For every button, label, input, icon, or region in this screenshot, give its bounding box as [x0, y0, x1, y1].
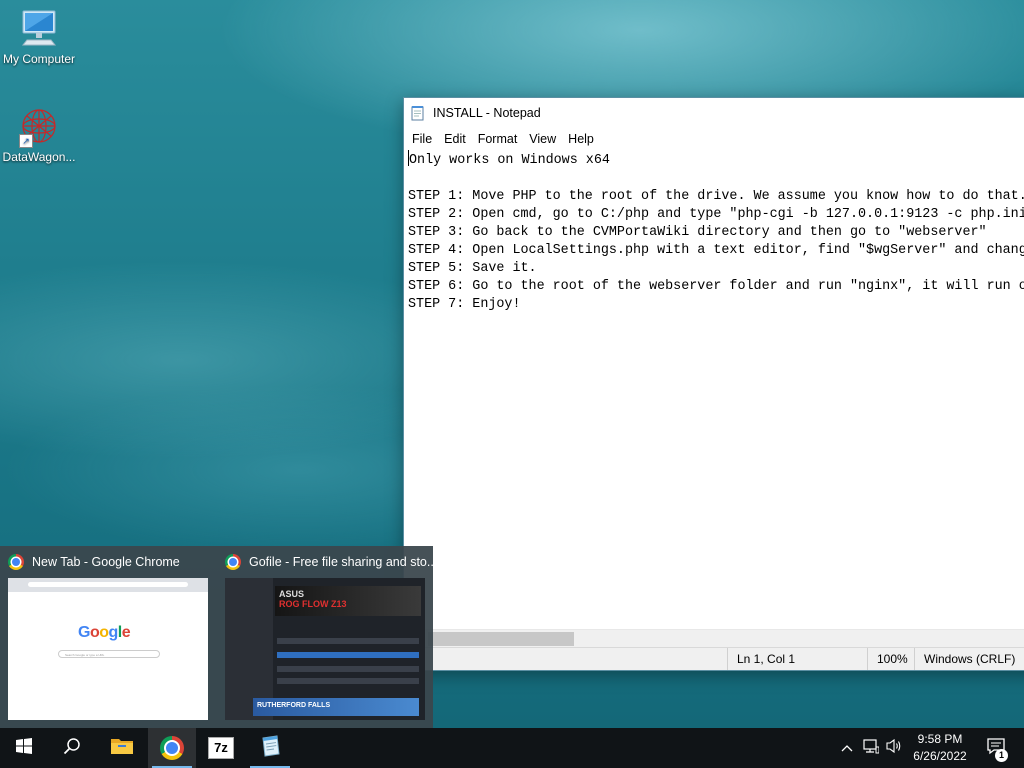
text-line-8: STEP 6: Go to the root of the webserver … — [408, 279, 1024, 294]
desktop-icon-label: DataWagon... — [2, 150, 76, 164]
ad-banner-bottom: RUTHERFORD FALLS — [253, 698, 419, 716]
7zip-taskbar-button[interactable]: 7z — [197, 728, 245, 768]
menu-file[interactable]: File — [406, 132, 438, 146]
window-title: INSTALL - Notepad — [433, 106, 541, 120]
zoom-level: 100% — [867, 648, 917, 670]
network-button[interactable] — [860, 728, 882, 768]
menu-format[interactable]: Format — [472, 132, 524, 146]
speaker-icon — [886, 738, 904, 759]
clock[interactable]: 9:58 PM 6/26/2022 — [905, 728, 975, 768]
chrome-icon — [225, 554, 241, 570]
scrollbar-thumb[interactable] — [428, 632, 574, 646]
thumbnail-preview-image: ASUS ROG FLOW Z13 RUTHERFORD FALLS — [225, 578, 425, 720]
notepad-icon — [410, 105, 426, 121]
shortcut-arrow-icon: ↗ — [19, 134, 33, 148]
text-line-9: STEP 7: Enjoy! — [408, 297, 521, 312]
folder-icon — [110, 736, 134, 761]
text-line-1: Only works on Windows x64 — [409, 153, 610, 168]
menu-edit[interactable]: Edit — [438, 132, 472, 146]
text-line-6: STEP 4: Open LocalSettings.php with a te… — [408, 243, 1024, 258]
google-search-box: Search Google or type a URL — [58, 650, 160, 658]
ad-banner: ASUS ROG FLOW Z13 — [275, 586, 421, 616]
thumbnail-title: New Tab - Google Chrome — [32, 555, 180, 569]
menu-help[interactable]: Help — [562, 132, 600, 146]
network-icon — [863, 738, 880, 759]
menu-view[interactable]: View — [523, 132, 562, 146]
computer-icon — [19, 8, 59, 48]
notepad-window[interactable]: INSTALL - Notepad File Edit Format View … — [403, 97, 1024, 671]
taskbar-thumbnail-preview: New Tab - Google Chrome Google Search Go… — [0, 546, 433, 728]
text-line-3: STEP 1: Move PHP to the root of the driv… — [408, 189, 1024, 204]
datawagon-icon: ↗ — [19, 106, 59, 148]
start-button[interactable] — [0, 728, 48, 768]
thumbnail-preview-image: Google Search Google or type a URL — [8, 578, 208, 720]
text-editor-area[interactable]: Only works on Windows x64 STEP 1: Move P… — [404, 150, 1024, 628]
desktop-icon-my-computer[interactable]: My Computer — [0, 8, 79, 66]
status-bar: Ln 1, Col 1 100% Windows (CRLF) — [404, 647, 1024, 670]
google-logo: Google — [78, 624, 131, 641]
chevron-up-icon — [841, 739, 853, 757]
line-ending: Windows (CRLF) — [914, 648, 1024, 670]
window-titlebar[interactable]: INSTALL - Notepad — [404, 98, 1024, 128]
thumbnail-title: Gofile - Free file sharing and sto... — [249, 555, 433, 569]
text-line-5: STEP 3: Go back to the CVMPortaWiki dire… — [408, 225, 987, 240]
taskbar: 7z 9:58 PM 6/26/2022 1 — [0, 728, 1024, 768]
file-explorer-button[interactable] — [98, 728, 146, 768]
action-center-button[interactable]: 1 — [976, 728, 1016, 768]
7zip-icon: 7z — [208, 737, 234, 759]
clock-date: 6/26/2022 — [913, 749, 967, 763]
chrome-icon — [8, 554, 24, 570]
menu-bar: File Edit Format View Help — [404, 128, 1024, 150]
notepad-taskbar-button[interactable] — [246, 728, 294, 768]
clock-time: 9:58 PM — [917, 732, 963, 746]
search-button[interactable] — [48, 728, 96, 768]
show-hidden-icons-button[interactable] — [836, 728, 858, 768]
horizontal-scrollbar[interactable] — [404, 629, 1024, 648]
text-line-7: STEP 5: Save it. — [408, 261, 537, 276]
volume-button[interactable] — [884, 728, 906, 768]
desktop-icon-label: My Computer — [2, 52, 76, 66]
thumbnail-new-tab[interactable]: New Tab - Google Chrome Google Search Go… — [0, 546, 216, 728]
windows-icon — [16, 737, 32, 759]
notepad-icon — [258, 734, 282, 763]
desktop-icon-datawagon[interactable]: ↗ DataWagon... — [0, 106, 79, 164]
text-line-4: STEP 2: Open cmd, go to C:/php and type … — [408, 207, 1024, 222]
chrome-icon — [160, 736, 184, 760]
search-icon — [63, 737, 81, 760]
thumbnail-gofile[interactable]: Gofile - Free file sharing and sto... AS… — [217, 546, 433, 728]
notification-badge: 1 — [995, 749, 1008, 762]
chrome-taskbar-button[interactable] — [148, 728, 196, 768]
cursor-position: Ln 1, Col 1 — [727, 648, 857, 670]
